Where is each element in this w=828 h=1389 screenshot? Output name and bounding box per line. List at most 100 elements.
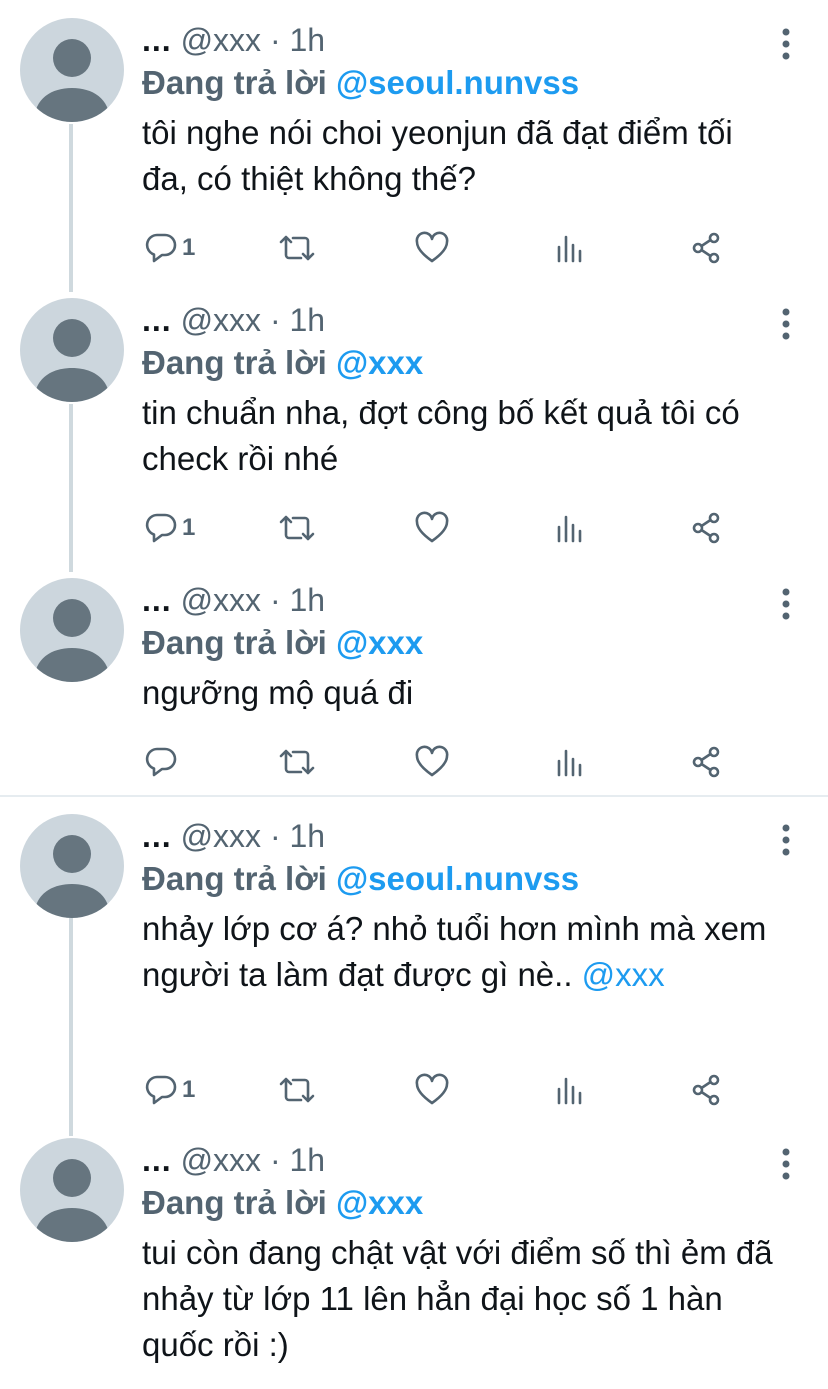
share-icon — [692, 746, 720, 778]
tweet-text: nhảy lớp cơ á? nhỏ tuổi hơn mình mà xem … — [142, 906, 782, 998]
handle[interactable]: @xxx — [181, 1142, 261, 1178]
avatar[interactable] — [20, 1138, 124, 1242]
retweet-button[interactable] — [278, 228, 316, 268]
username[interactable]: ... — [142, 818, 172, 854]
views-icon — [557, 749, 582, 777]
action-bar — [142, 742, 742, 782]
views-button[interactable] — [554, 1070, 586, 1110]
share-button[interactable] — [690, 508, 724, 548]
handle[interactable]: @xxx — [181, 302, 261, 338]
share-icon — [692, 1074, 720, 1106]
views-icon — [557, 1077, 582, 1105]
retweet-icon — [279, 515, 315, 541]
avatar[interactable] — [20, 18, 124, 122]
inline-mention[interactable]: @xxx — [582, 956, 665, 993]
tweet-text: tui còn đang chật vật với điểm số thì ẻm… — [142, 1230, 802, 1368]
timestamp[interactable]: 1h — [289, 582, 325, 618]
more-icon[interactable] — [780, 26, 792, 62]
reply-button[interactable]: 1 — [144, 1070, 195, 1110]
replying-to: Đang trả lời @seoul.nunvss — [142, 62, 579, 104]
timestamp[interactable]: 1h — [289, 22, 325, 58]
reply-prefix: Đang trả lời — [142, 860, 327, 897]
separator: · — [269, 22, 281, 58]
timestamp[interactable]: 1h — [289, 302, 325, 338]
reply-prefix: Đang trả lời — [142, 64, 327, 101]
reply-button[interactable]: 1 — [144, 508, 195, 548]
avatar[interactable] — [20, 578, 124, 682]
retweet-button[interactable] — [278, 508, 316, 548]
tweet-meta: ... @xxx · 1h — [142, 300, 325, 340]
handle[interactable]: @xxx — [181, 818, 261, 854]
action-bar: 1 — [142, 228, 742, 268]
avatar[interactable] — [20, 814, 124, 918]
username[interactable]: ... — [142, 1142, 172, 1178]
username[interactable]: ... — [142, 302, 172, 338]
tweet-text: tin chuẩn nha, đợt công bố kết quả tôi c… — [142, 390, 802, 482]
like-button[interactable] — [414, 742, 450, 782]
reply-count: 1 — [182, 234, 196, 261]
like-button[interactable] — [414, 508, 450, 548]
more-icon[interactable] — [780, 586, 792, 622]
tweet-text-content: nhảy lớp cơ á? nhỏ tuổi hơn mình mà xem … — [142, 910, 767, 993]
reply-button[interactable]: 1 — [144, 228, 195, 268]
more-icon[interactable] — [780, 822, 792, 858]
tweet-meta: ... @xxx · 1h — [142, 20, 325, 60]
views-button[interactable] — [554, 228, 586, 268]
views-button[interactable] — [554, 742, 586, 782]
action-bar: 1 — [142, 508, 742, 548]
retweet-button[interactable] — [278, 742, 316, 782]
separator: · — [269, 818, 281, 854]
like-icon — [415, 745, 449, 777]
tweet-text: ngưỡng mộ quá đi — [142, 670, 802, 716]
reply-count: 1 — [182, 1076, 196, 1103]
tweet-meta: ... @xxx · 1h — [142, 1140, 325, 1180]
tweet[interactable]: ... @xxx · 1h Đang trả lời @seoul.nunvss… — [0, 814, 828, 1124]
retweet-button[interactable] — [278, 1070, 316, 1110]
tweet[interactable]: ... @xxx · 1h Đang trả lời @xxx tui còn … — [0, 1138, 828, 1389]
timestamp[interactable]: 1h — [289, 818, 325, 854]
username[interactable]: ... — [142, 582, 172, 618]
reply-to-mention[interactable]: @xxx — [336, 1184, 423, 1221]
tweet-text: tôi nghe nói choi yeonjun đã đạt điểm tố… — [142, 110, 762, 202]
share-button[interactable] — [690, 228, 724, 268]
reply-prefix: Đang trả lời — [142, 624, 327, 661]
handle[interactable]: @xxx — [181, 22, 261, 58]
reply-prefix: Đang trả lời — [142, 1184, 327, 1221]
handle[interactable]: @xxx — [181, 582, 261, 618]
tweet-text-content: tôi nghe nói choi yeonjun đã đạt điểm tố… — [142, 114, 733, 197]
views-icon — [557, 515, 582, 543]
like-button[interactable] — [414, 1070, 450, 1110]
like-button[interactable] — [414, 228, 450, 268]
username[interactable]: ... — [142, 22, 172, 58]
share-button[interactable] — [690, 742, 724, 782]
views-button[interactable] — [554, 508, 586, 548]
reply-icon — [145, 747, 177, 777]
reply-button[interactable] — [144, 742, 182, 782]
more-icon[interactable] — [780, 1146, 792, 1182]
separator: · — [269, 1142, 281, 1178]
reply-to-mention[interactable]: @xxx — [336, 344, 423, 381]
like-icon — [415, 1073, 449, 1105]
tweet[interactable]: ... @xxx · 1h Đang trả lời @xxx tin chuẩ… — [0, 298, 828, 558]
avatar[interactable] — [20, 298, 124, 402]
tweet-meta: ... @xxx · 1h — [142, 580, 325, 620]
conversation-divider — [0, 795, 828, 797]
separator: · — [269, 302, 281, 338]
tweet-text-content: tui còn đang chật vật với điểm số thì ẻm… — [142, 1234, 773, 1363]
reply-to-mention[interactable]: @xxx — [336, 624, 423, 661]
tweet[interactable]: ... @xxx · 1h Đang trả lời @seoul.nunvss… — [0, 18, 828, 278]
replying-to: Đang trả lời @seoul.nunvss — [142, 858, 579, 900]
retweet-icon — [279, 1077, 315, 1103]
tweet[interactable]: ... @xxx · 1h Đang trả lời @xxx ngưỡng m… — [0, 578, 828, 788]
separator: · — [269, 582, 281, 618]
reply-prefix: Đang trả lời — [142, 344, 327, 381]
like-icon — [415, 231, 449, 263]
share-button[interactable] — [690, 1070, 724, 1110]
more-icon[interactable] — [780, 306, 792, 342]
reply-to-mention[interactable]: @seoul.nunvss — [336, 64, 579, 101]
reply-to-mention[interactable]: @seoul.nunvss — [336, 860, 579, 897]
share-icon — [692, 232, 720, 264]
timestamp[interactable]: 1h — [289, 1142, 325, 1178]
tweet-text-content: ngưỡng mộ quá đi — [142, 674, 414, 711]
like-icon — [415, 511, 449, 543]
